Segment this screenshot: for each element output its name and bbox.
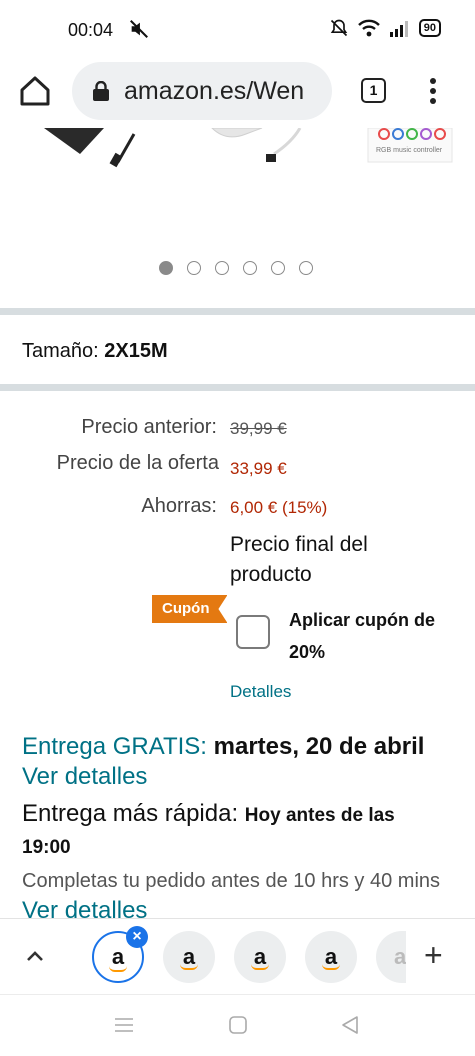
carousel-dot[interactable]: [159, 261, 173, 275]
tab-amazon[interactable]: a: [234, 931, 286, 983]
clock: 00:04: [68, 20, 114, 40]
order-deadline-text: Completas tu pedido antes de 10 hrs y 40…: [22, 870, 441, 892]
tab-strip: a × a a a a +: [0, 918, 475, 994]
mute-icon: [130, 20, 148, 38]
system-nav-bar: [0, 994, 475, 1056]
amazon-smile-icon: [251, 964, 269, 970]
carousel-dot[interactable]: [215, 261, 229, 275]
product-photo: RGB music controller: [44, 128, 453, 168]
battery-icon: 90: [418, 19, 441, 37]
close-tab-icon[interactable]: ×: [126, 926, 148, 948]
size-value: 2X15M: [104, 340, 168, 362]
home-icon[interactable]: [18, 74, 52, 108]
carousel-dots[interactable]: [159, 261, 313, 275]
amazon-smile-icon: [109, 966, 127, 972]
final-price-note: Precio final del producto: [230, 533, 368, 586]
product-image[interactable]: RGB music controller: [0, 128, 475, 308]
size-selector[interactable]: Tamaño: 2X15M: [22, 340, 168, 363]
previous-price: 39,99 €: [230, 419, 287, 438]
carousel-dot[interactable]: [271, 261, 285, 275]
signal-icon: [389, 21, 408, 37]
fast-delivery-info: Entrega más rápida: Hoy antes de las 19:…: [22, 798, 462, 864]
url-text: amazon.es/Wen: [124, 77, 305, 105]
lock-icon: [93, 81, 109, 101]
fast-delivery-when: Hoy antes de las: [244, 805, 395, 826]
coupon-checkbox[interactable]: [236, 615, 270, 649]
tab-amazon[interactable]: a: [305, 931, 357, 983]
previous-price-label: Precio anterior:: [81, 416, 217, 438]
divider: [0, 384, 475, 391]
offer-price-label: Precio de la oferta: [56, 452, 219, 474]
carousel-dot[interactable]: [299, 261, 313, 275]
free-delivery-date: martes, 20 de abril: [213, 733, 425, 760]
amazon-logo-icon: a: [394, 944, 406, 969]
carousel-dot[interactable]: [187, 261, 201, 275]
fast-delivery-time: 19:00: [22, 837, 71, 858]
recents-menu-icon[interactable]: [112, 1013, 136, 1037]
product-box-label: RGB music controller: [376, 147, 443, 154]
fast-delivery-label: Entrega más rápida:: [22, 800, 239, 827]
new-tab-plus-icon[interactable]: +: [424, 939, 443, 971]
divider: [0, 308, 475, 315]
coupon-details-link[interactable]: Detalles: [230, 682, 291, 702]
tab-amazon-partial[interactable]: a: [376, 931, 406, 983]
address-bar[interactable]: amazon.es/Wen: [72, 62, 332, 120]
bell-off-icon: [330, 19, 347, 37]
free-delivery-label: Entrega GRATIS:: [22, 733, 207, 760]
carousel-dot[interactable]: [243, 261, 257, 275]
savings-value: 6,00 € (15%): [230, 498, 328, 517]
tab-amazon[interactable]: a: [163, 931, 215, 983]
status-bar: 00:04 90: [0, 0, 475, 60]
more-menu-icon[interactable]: [424, 76, 442, 106]
size-label: Tamaño:: [22, 340, 99, 362]
offer-price: 33,99 €: [230, 459, 287, 478]
coupon-text: Aplicar cupón de 20%: [289, 610, 436, 662]
browser-toolbar: amazon.es/Wen 1: [0, 60, 475, 128]
wifi-icon: [357, 19, 380, 37]
amazon-smile-icon: [180, 964, 198, 970]
amazon-smile-icon: [322, 964, 340, 970]
back-triangle-icon[interactable]: [338, 1013, 362, 1037]
home-square-icon[interactable]: [226, 1013, 250, 1037]
free-delivery-details-link[interactable]: Ver detalles: [22, 763, 147, 790]
free-delivery-info: Entrega GRATIS: martes, 20 de abril Ver …: [22, 732, 462, 792]
tab-switcher-button[interactable]: 1: [361, 78, 386, 103]
chevron-up-icon[interactable]: [24, 945, 46, 967]
savings-label: Ahorras:: [141, 495, 217, 517]
coupon-badge: Cupón: [152, 595, 228, 623]
status-icons: 90: [329, 18, 441, 38]
